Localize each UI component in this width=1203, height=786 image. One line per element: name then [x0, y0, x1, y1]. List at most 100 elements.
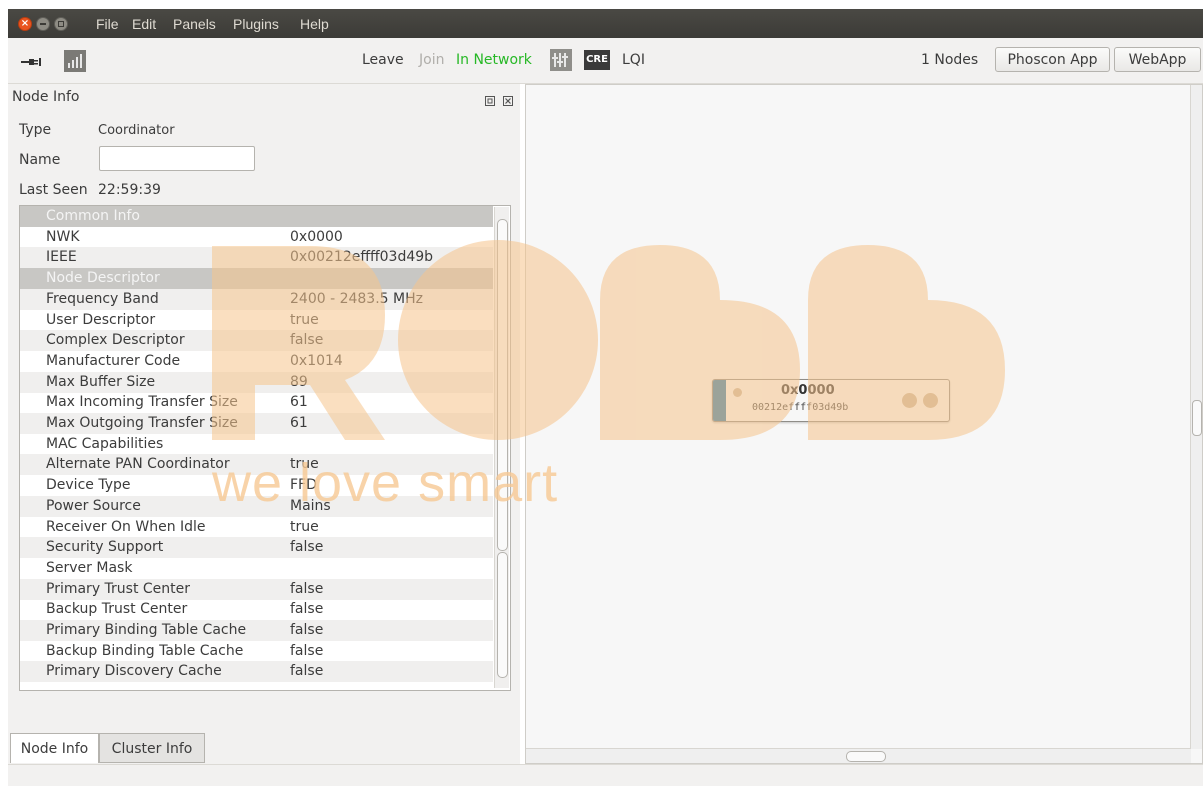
table-row[interactable]: Backup Trust Center false: [20, 599, 493, 620]
table-section-header[interactable]: Common Info: [20, 206, 493, 227]
panel-title: Node Info: [12, 89, 80, 105]
table-row[interactable]: NWK 0x0000: [20, 227, 493, 248]
join-button[interactable]: Join: [419, 52, 444, 68]
property-name: Primary Discovery Cache: [46, 663, 222, 680]
table-row[interactable]: Primary Trust Center false: [20, 578, 493, 600]
node-port-2[interactable]: [923, 393, 938, 408]
graph-node[interactable]: 0x0000 00212effff03d49b: [712, 379, 950, 422]
property-name: Primary Trust Center: [46, 580, 191, 597]
property-name: Frequency Band: [46, 290, 159, 307]
section-title: Node Descriptor: [46, 270, 160, 287]
section-title: Common Info: [46, 208, 141, 224]
toolbar: Leave Join In Network CRE LQI 1 Nodes Ph…: [8, 38, 1203, 84]
table-row[interactable]: Max Incoming Transfer Size 61: [20, 392, 493, 413]
table-row[interactable]: Max Outgoing Transfer Size 61: [20, 413, 493, 434]
graph-horizontal-scrollbar[interactable]: [526, 748, 1191, 763]
leave-button[interactable]: Leave: [362, 52, 404, 68]
menu-edit[interactable]: Edit: [132, 16, 156, 32]
property-value: true: [290, 518, 319, 535]
connection-plug-icon[interactable]: [21, 53, 43, 72]
node-info-panel: Node Info Type Coordinator Name Last See…: [8, 84, 520, 764]
menu-file[interactable]: File: [96, 16, 119, 32]
graph-horizontal-scrollbar-thumb[interactable]: [846, 751, 886, 762]
property-name: NWK: [46, 228, 80, 245]
table-row[interactable]: Primary Binding Table Cache false: [20, 620, 493, 641]
node-port-1[interactable]: [902, 393, 917, 408]
phoscon-app-button[interactable]: Phoscon App: [995, 47, 1110, 72]
node-descriptor-table: Common Info NWK 0x0000 IEEE 0x00212effff03d4…: [19, 205, 511, 691]
lqi-toggle[interactable]: LQI: [622, 52, 645, 68]
title-bar: × File Edit Panels Plugins Help: [8, 9, 1203, 38]
last-seen-value: 22:59:39: [98, 182, 161, 198]
table-row[interactable]: IEEE 0x00212effff03d49b: [20, 247, 493, 269]
table-row[interactable]: Manufacturer Code 0x1014: [20, 351, 493, 372]
property-value: 0x1014: [290, 352, 343, 369]
table-row[interactable]: Backup Binding Table Cache false: [20, 641, 493, 662]
window-maximize-button[interactable]: [54, 17, 68, 31]
property-value: 2400 - 2483.5 MHz: [290, 290, 423, 307]
property-name: Receiver On When Idle: [46, 518, 206, 535]
table-row[interactable]: Server Mask: [20, 558, 493, 579]
property-name: Alternate PAN Coordinator: [46, 456, 230, 473]
property-name: Backup Trust Center: [46, 601, 188, 618]
property-value: true: [290, 311, 319, 328]
network-graph-view[interactable]: 0x0000 00212effff03d49b: [525, 84, 1203, 764]
property-name: IEEE: [46, 249, 77, 266]
table-scrollbar-track[interactable]: [497, 552, 508, 678]
property-name: Security Support: [46, 539, 164, 556]
property-name: Complex Descriptor: [46, 332, 185, 349]
table-row[interactable]: Frequency Band 2400 - 2483.5 MHz: [20, 288, 493, 310]
channel-scan-icon[interactable]: [550, 49, 572, 75]
property-value: 61: [290, 394, 308, 411]
node-input-port[interactable]: [733, 388, 742, 397]
tab-node-info[interactable]: Node Info: [10, 733, 99, 763]
table-row[interactable]: User Descriptor true: [20, 310, 493, 331]
property-name: Backup Binding Table Cache: [46, 642, 244, 659]
property-name: Primary Binding Table Cache: [46, 622, 247, 638]
table-row[interactable]: Receiver On When Idle true: [20, 517, 493, 538]
name-label: Name: [19, 152, 61, 168]
property-name: Max Incoming Transfer Size: [46, 394, 238, 411]
menu-panels[interactable]: Panels: [173, 16, 216, 32]
table-row[interactable]: Max Buffer Size 89: [20, 371, 493, 393]
menu-plugins[interactable]: Plugins: [233, 16, 279, 32]
property-name: Device Type: [46, 477, 131, 494]
cre-button[interactable]: CRE: [584, 50, 610, 70]
float-panel-icon[interactable]: [485, 91, 495, 110]
watermark-tagline: we love smart: [212, 453, 559, 513]
property-name: Manufacturer Code: [46, 352, 181, 369]
table-section-header[interactable]: Node Descriptor: [20, 268, 493, 290]
node-count: 1 Nodes: [921, 52, 979, 68]
property-value: false: [290, 580, 324, 597]
property-value: 89: [290, 373, 308, 390]
property-value: false: [290, 601, 324, 618]
table-scrollbar[interactable]: [494, 207, 509, 688]
property-value: false: [290, 663, 324, 680]
property-value: false: [290, 622, 324, 638]
property-name: Max Outgoing Transfer Size: [46, 415, 238, 431]
name-input[interactable]: [99, 146, 255, 171]
graph-vertical-scrollbar-thumb[interactable]: [1192, 400, 1202, 436]
menu-help[interactable]: Help: [300, 16, 329, 32]
network-status: In Network: [456, 52, 532, 68]
node-accent-bar: [713, 380, 726, 421]
table-row[interactable]: Security Support false: [20, 537, 493, 559]
type-value: Coordinator: [98, 123, 175, 138]
node-nwk-address: 0x0000: [781, 383, 835, 398]
table-row[interactable]: Primary Discovery Cache false: [20, 661, 493, 683]
property-name: MAC Capabilities: [46, 435, 164, 452]
window-minimize-button[interactable]: [36, 17, 50, 31]
tab-cluster-info[interactable]: Cluster Info: [99, 733, 205, 763]
property-value: 0x0000: [290, 228, 343, 245]
property-value: false: [290, 642, 324, 659]
window-close-button[interactable]: ×: [18, 17, 32, 31]
node-ieee-address: 00212effff03d49b: [752, 402, 849, 413]
type-label: Type: [19, 122, 52, 138]
graph-vertical-scrollbar[interactable]: [1190, 85, 1202, 749]
webapp-button[interactable]: WebApp: [1114, 47, 1201, 72]
table-row[interactable]: Complex Descriptor false: [20, 330, 493, 352]
close-panel-icon[interactable]: [503, 91, 513, 110]
property-value: false: [290, 332, 324, 349]
signal-strength-icon[interactable]: [64, 50, 86, 76]
property-value: false: [290, 539, 324, 556]
